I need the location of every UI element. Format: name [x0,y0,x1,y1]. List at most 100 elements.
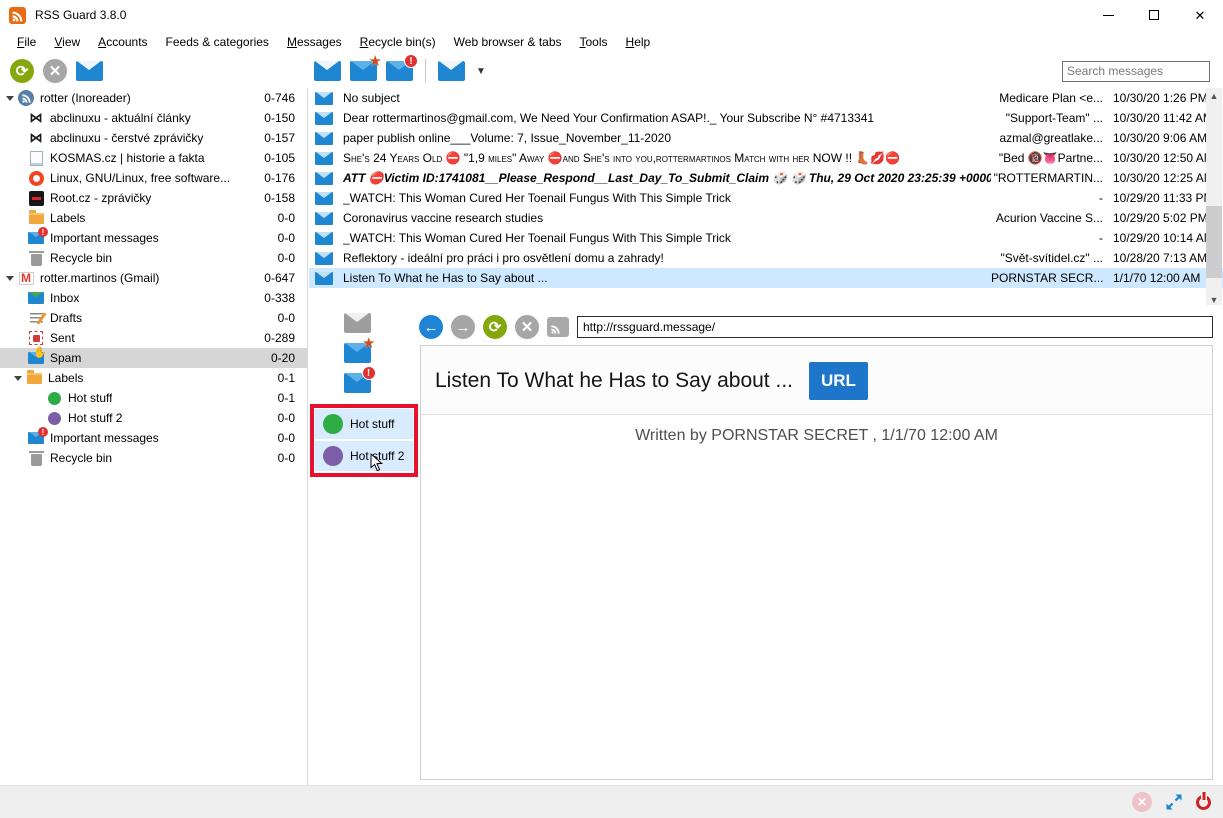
unread-mail-icon [313,232,343,245]
feed-sent[interactable]: Sent 0-289 [0,328,307,348]
scroll-up-icon[interactable]: ▲ [1206,88,1222,104]
mail-menu-icon[interactable] [438,61,465,81]
url-address-input[interactable] [577,316,1213,338]
abclinuxu-icon: ⋈ [28,130,44,146]
feed-account-inoreader[interactable]: rotter (Inoreader) 0-746 [0,88,307,108]
message-subject: Dear rottermartinos@gmail.com, We Need Y… [343,111,991,125]
feed-labels-inoreader[interactable]: Labels 0-0 [0,208,307,228]
mark-read-icon[interactable] [314,61,341,81]
close-tab-disabled-icon: ✕ [1132,792,1152,812]
scrollbar-thumb[interactable] [1206,206,1222,278]
feed-kosmas[interactable]: KOSMAS.cz | historie a fakta 0-105 [0,148,307,168]
feed-label: Labels [48,371,83,385]
message-row[interactable]: paper publish online___Volume: 7, Issue_… [309,128,1223,148]
back-icon[interactable]: ← [419,315,443,339]
maximize-button[interactable] [1131,0,1177,30]
feed-account-gmail[interactable]: M rotter.martinos (Gmail) 0-647 [0,268,307,288]
feed-drafts[interactable]: Drafts 0-0 [0,308,307,328]
feed-inbox[interactable]: Inbox 0-338 [0,288,307,308]
chevron-down-icon[interactable] [14,376,22,381]
chevron-down-icon[interactable] [6,96,14,101]
unread-mail-icon [313,192,343,205]
feed-label: Linux, GNU/Linux, free software... [50,171,230,185]
rssguard-window: RSS Guard 3.8.0 ✕ File View Accounts Fee… [0,0,1223,818]
message-row[interactable]: _WATCH: This Woman Cured Her Toenail Fun… [309,228,1223,248]
feed-abclinuxu-zpravicky[interactable]: ⋈ abclinuxu - čerstvé zprávičky 0-157 [0,128,307,148]
feed-count: 0-20 [271,351,295,365]
feed-abclinuxu-clanky[interactable]: ⋈ abclinuxu - aktuální články 0-150 [0,108,307,128]
mark-unread-important-icon[interactable]: ! [344,373,371,393]
power-quit-icon[interactable] [1196,795,1211,810]
menu-help[interactable]: Help [617,32,660,52]
feed-recyclebin-gmail[interactable]: Recycle bin 0-0 [0,448,307,468]
message-row[interactable]: Coronavirus vaccine research studies Acu… [309,208,1223,228]
menu-recycle-bins[interactable]: Recycle bin(s) [351,32,445,52]
message-content-frame: Listen To What he Has to Say about ... U… [420,345,1213,780]
feed-label: Recycle bin [50,251,112,265]
message-row[interactable]: _WATCH: This Woman Cured Her Toenail Fun… [309,188,1223,208]
toolbar-separator [425,59,426,83]
menu-web-browser-tabs[interactable]: Web browser & tabs [445,32,571,52]
gmail-icon: M [18,270,34,286]
menu-view[interactable]: View [45,32,89,52]
search-input[interactable] [1062,61,1210,82]
message-row[interactable]: No subject Medicare Plan <e... 10/30/20 … [309,88,1223,108]
stop-icon[interactable]: ✕ [515,315,539,339]
label-button-hot-stuff-2[interactable]: Hot stuff 2 [315,441,413,471]
message-sender: Medicare Plan <e... [991,91,1113,105]
sent-stamp-icon [28,330,44,346]
feed-rootcz[interactable]: Root.cz - zprávičky 0-158 [0,188,307,208]
message-row-selected[interactable]: Listen To What he Has to Say about ... P… [309,268,1223,288]
feed-label: Recycle bin [50,451,112,465]
message-actions-toolbar: ★ ! [337,313,377,393]
important-mail-icon: ! [28,230,44,246]
menu-tools[interactable]: Tools [571,32,617,52]
preview-browser-toolbar: ← → ⟳ ✕ [419,315,1213,339]
unread-mail-icon [313,212,343,225]
mark-read-icon[interactable] [344,313,371,333]
feed-label-hot-stuff[interactable]: Hot stuff 0-1 [0,388,307,408]
feed-spam[interactable]: ✋ Spam 0-20 [0,348,307,368]
fullscreen-expand-icon[interactable] [1164,792,1184,812]
feed-linux-reddit[interactable]: Linux, GNU/Linux, free software... 0-176 [0,168,307,188]
feed-important-gmail[interactable]: ! Important messages 0-0 [0,428,307,448]
forward-icon[interactable]: → [451,315,475,339]
feed-count: 0-289 [264,331,295,345]
update-feeds-icon[interactable]: ⟳ [10,59,34,83]
message-row[interactable]: ATT ⛔Victim ID:1741081__Please_Respond__… [309,168,1223,188]
mark-important-icon[interactable]: ★ [344,343,371,363]
menu-accounts[interactable]: Accounts [89,32,156,52]
message-subject: Listen To What he Has to Say about ... [343,271,991,285]
feed-labels-gmail[interactable]: Labels 0-1 [0,368,307,388]
minimize-button[interactable] [1085,0,1131,30]
feed-recyclebin-inoreader[interactable]: Recycle bin 0-0 [0,248,307,268]
menu-file[interactable]: File [8,32,45,52]
feed-label: Hot stuff 2 [68,411,122,425]
folder-icon [26,370,42,386]
menu-messages[interactable]: Messages [278,32,351,52]
url-button[interactable]: URL [809,362,868,400]
label-button-hot-stuff[interactable]: Hot stuff [315,409,413,439]
mail-read-icon[interactable] [76,61,103,81]
reload-icon[interactable]: ⟳ [483,315,507,339]
message-row[interactable]: Dear rottermartinos@gmail.com, We Need Y… [309,108,1223,128]
chevron-down-icon[interactable] [6,276,14,281]
feed-count: 0-1 [278,371,295,385]
mark-unread-important-icon[interactable]: ! [386,61,413,81]
mark-important-icon[interactable]: ★ [350,61,377,81]
close-button[interactable]: ✕ [1177,0,1223,30]
feed-label: Labels [50,211,85,225]
message-row[interactable]: She's 24 Years Old ⛔ "1,9 miles" Away ⛔a… [309,148,1223,168]
message-list-scrollbar[interactable]: ▲ ▼ [1206,88,1222,308]
feed-label-hot-stuff-2[interactable]: Hot stuff 2 0-0 [0,408,307,428]
feed-count: 0-0 [278,451,295,465]
feed-important-inoreader[interactable]: ! Important messages 0-0 [0,228,307,248]
message-row[interactable]: Reflektory - ideální pro práci i pro osv… [309,248,1223,268]
feed-label: rotter.martinos (Gmail) [40,271,159,285]
stop-update-icon[interactable]: ✕ [43,59,67,83]
unread-mail-icon [313,172,343,185]
feed-count: 0-0 [278,311,295,325]
menu-feeds-categories[interactable]: Feeds & categories [157,32,278,52]
message-sender: - [991,191,1113,205]
mail-menu-dropdown-icon[interactable]: ▼ [476,66,486,77]
